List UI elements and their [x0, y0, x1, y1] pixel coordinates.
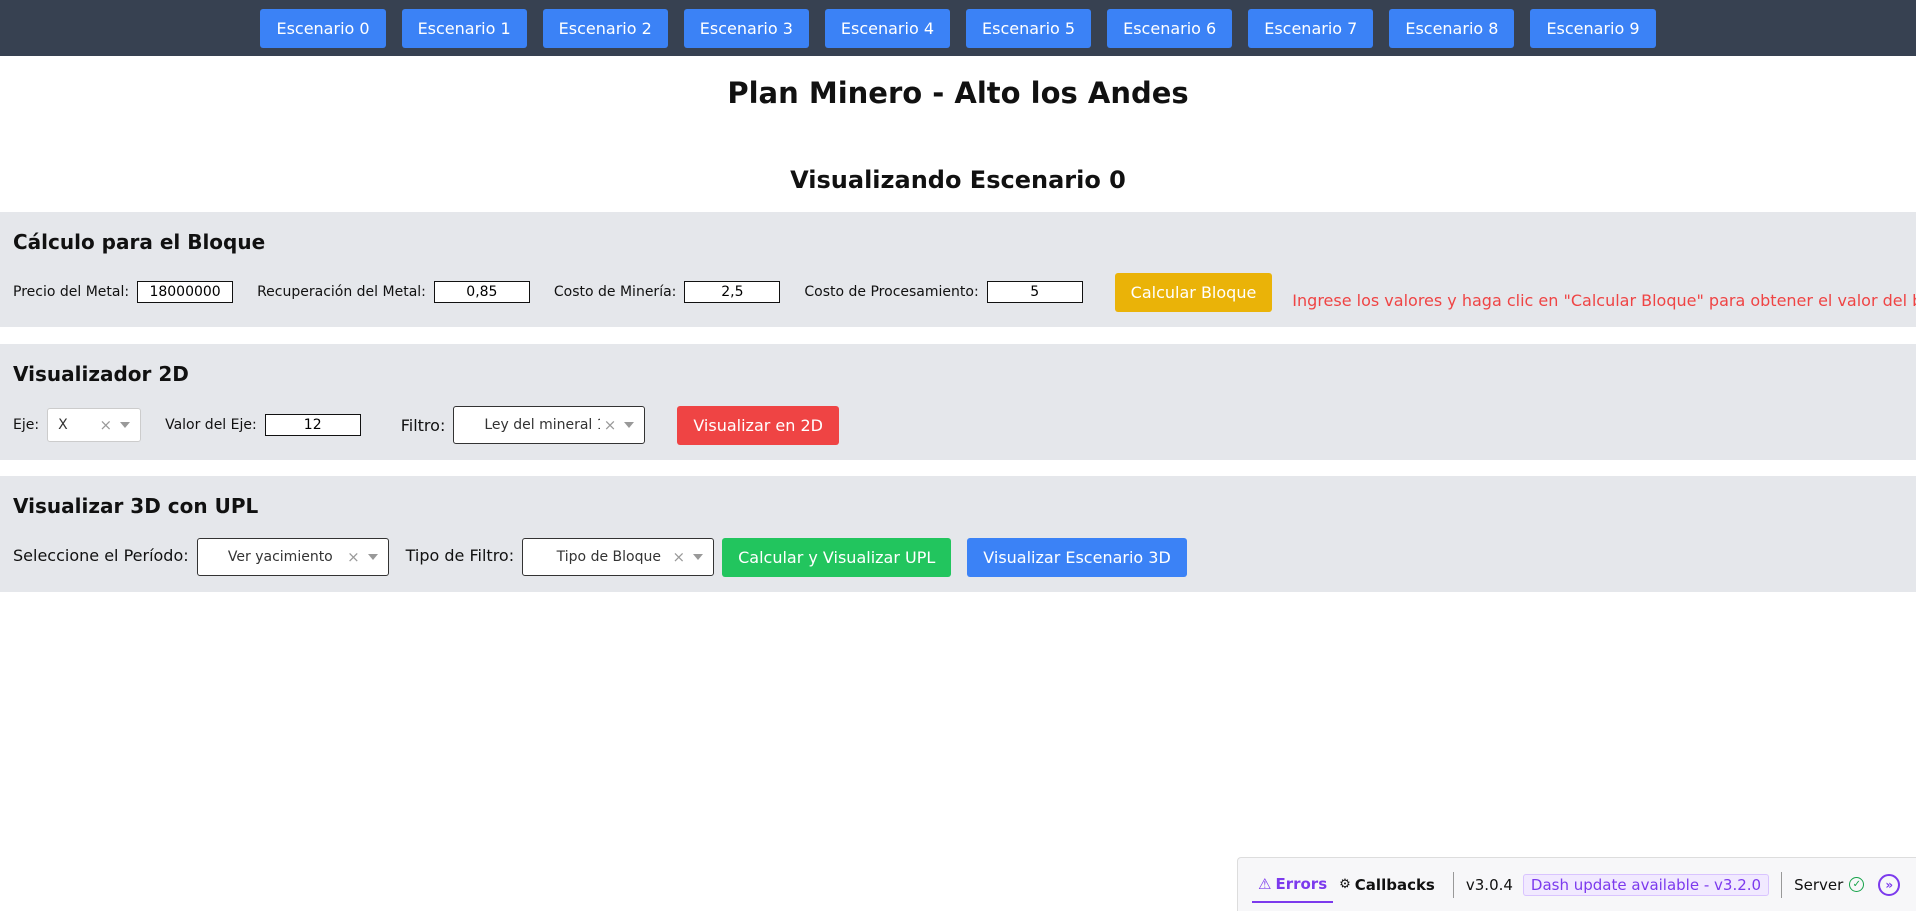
metal-recovery-label: Recuperación del Metal: — [257, 284, 426, 300]
scenario-subtitle: Visualizando Escenario 0 — [790, 166, 1126, 194]
scenario-5-button[interactable]: Escenario 5 — [966, 8, 1092, 48]
callbacks-tab[interactable]: ⚙ Callbacks — [1333, 868, 1441, 902]
check-circle-icon: ✓ — [1849, 877, 1865, 892]
scenario-6-button[interactable]: Escenario 6 — [1107, 8, 1233, 48]
block-calc-form: Precio del Metal: Recuperación del Metal… — [13, 272, 1916, 312]
callbacks-icon: ⚙ — [1339, 877, 1351, 892]
dash-devtools-bar: ⚠ Errors ⚙ Callbacks v3.0.4 Dash update … — [1237, 857, 1916, 911]
scenario-1-button[interactable]: Escenario 1 — [401, 8, 527, 48]
metal-price-input[interactable] — [137, 281, 234, 303]
block-calc-message: Ingrese los valores y haga clic en "Calc… — [1292, 290, 1916, 310]
update-available-badge[interactable]: Dash update available - v3.2.0 — [1522, 873, 1770, 896]
scenario-7-button[interactable]: Escenario 7 — [1248, 8, 1374, 48]
devtools-divider — [1781, 871, 1783, 898]
devtools-divider — [1452, 871, 1454, 898]
filter-type-label: Tipo de Filtro: — [405, 545, 515, 565]
calculate-upl-button[interactable]: Calcular y Visualizar UPL — [722, 537, 952, 577]
block-calc-panel: Cálculo para el Bloque Precio del Metal:… — [0, 212, 1916, 327]
filter-label: Filtro: — [400, 415, 446, 435]
chevron-down-icon[interactable] — [367, 554, 378, 560]
scenario-2-button[interactable]: Escenario 2 — [542, 8, 668, 48]
mining-cost-label: Costo de Minería: — [553, 284, 677, 300]
page-title: Plan Minero - Alto los Andes — [727, 76, 1189, 110]
period-dropdown-value: Ver yacimiento — [227, 549, 333, 565]
chevron-down-icon[interactable] — [693, 554, 704, 560]
visualize-2d-button[interactable]: Visualizar en 2D — [677, 405, 839, 445]
errors-tab[interactable]: ⚠ Errors — [1252, 867, 1334, 903]
filter-type-dropdown-value: Tipo de Bloque — [556, 549, 661, 565]
scenario-0-button[interactable]: Escenario 0 — [260, 8, 386, 48]
callbacks-tab-label: Callbacks — [1354, 875, 1435, 894]
metal-price-label: Precio del Metal: — [13, 284, 130, 300]
processing-cost-input[interactable] — [986, 281, 1083, 303]
visualize-3d-scenario-button[interactable]: Visualizar Escenario 3D — [967, 537, 1187, 577]
viz3d-panel: Visualizar 3D con UPL Seleccione el Perí… — [0, 476, 1916, 592]
block-calc-heading: Cálculo para el Bloque — [13, 230, 266, 254]
dash-version: v3.0.4 — [1465, 875, 1513, 894]
scenario-8-button[interactable]: Escenario 8 — [1389, 8, 1515, 48]
axis-dropdown[interactable]: X × — [47, 408, 142, 442]
close-icon[interactable]: × — [347, 548, 360, 566]
viz2d-heading: Visualizador 2D — [13, 362, 189, 386]
chevron-down-icon[interactable] — [120, 422, 131, 428]
scenario-4-button[interactable]: Escenario 4 — [824, 8, 950, 48]
viz3d-heading: Visualizar 3D con UPL — [13, 494, 259, 518]
chevron-down-icon[interactable] — [624, 422, 635, 428]
viz2d-form: Eje: X × Valor del Eje: Filtro: Ley del … — [13, 405, 839, 445]
metal-recovery-input[interactable] — [433, 281, 530, 303]
axis-value-label: Valor del Eje: — [165, 417, 257, 433]
server-label: Server — [1794, 875, 1844, 894]
filter-dropdown-value: Ley del mineral 1 — [484, 417, 600, 433]
scenario-9-button[interactable]: Escenario 9 — [1530, 8, 1656, 48]
axis-value-input[interactable] — [264, 414, 361, 436]
period-label: Seleccione el Período: — [13, 545, 189, 565]
viz2d-panel: Visualizador 2D Eje: X × Valor del Eje: … — [0, 344, 1916, 460]
viz3d-form: Seleccione el Período: Ver yacimiento × … — [13, 536, 1187, 578]
processing-cost-label: Costo de Procesamiento: — [804, 284, 979, 300]
mining-cost-input[interactable] — [684, 281, 781, 303]
warning-triangle-icon: ⚠ — [1258, 874, 1272, 893]
server-status: Server ✓ — [1794, 875, 1865, 894]
calculate-block-button[interactable]: Calcular Bloque — [1114, 272, 1273, 312]
close-icon[interactable]: × — [604, 416, 617, 434]
filter-type-dropdown[interactable]: Tipo de Bloque × — [522, 538, 715, 576]
axis-label: Eje: — [13, 417, 40, 433]
close-icon[interactable]: × — [673, 548, 686, 566]
scenario-nav: Escenario 0 Escenario 1 Escenario 2 Esce… — [0, 0, 1916, 56]
period-dropdown[interactable]: Ver yacimiento × — [196, 538, 389, 576]
filter-dropdown[interactable]: Ley del mineral 1 × — [453, 406, 646, 444]
axis-dropdown-value: X — [58, 417, 68, 433]
close-icon[interactable]: × — [100, 416, 113, 434]
scenario-3-button[interactable]: Escenario 3 — [683, 8, 809, 48]
errors-tab-label: Errors — [1275, 874, 1328, 893]
double-chevron-right-icon[interactable]: » — [1878, 873, 1901, 896]
